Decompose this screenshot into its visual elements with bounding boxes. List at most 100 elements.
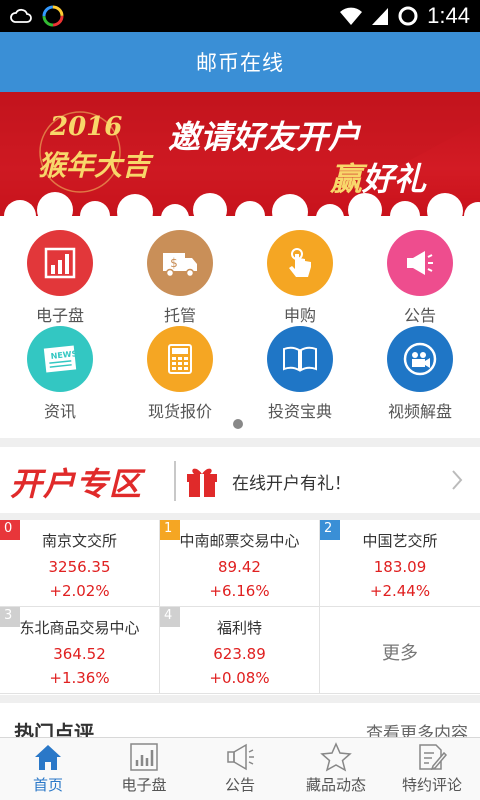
wifi-icon: [340, 7, 363, 25]
page-indicator-dot[interactable]: [233, 419, 243, 429]
banner-fortune: 猴年大吉: [38, 149, 151, 182]
exchange-change: +6.16%: [209, 582, 270, 600]
banner-year: 2016: [50, 112, 123, 142]
rank-badge: 0: [0, 520, 20, 540]
rank-badge: 3: [0, 607, 20, 627]
divider: [174, 461, 176, 501]
status-bar: 1:44: [0, 0, 480, 32]
banner-headline: 邀请好友开户: [168, 118, 361, 156]
hot-reviews-more-link[interactable]: 查看更多内容: [366, 719, 468, 737]
banner-subheadline: 赢好礼: [330, 154, 426, 200]
exchange-price: 623.89: [213, 645, 266, 663]
shortcut-label: 托管: [163, 306, 196, 325]
rank-number: 1: [164, 521, 173, 536]
rank-badge: 4: [160, 607, 180, 627]
home-icon: [35, 745, 61, 770]
app-header: 邮币在线: [0, 32, 480, 92]
video-camera-icon: [387, 326, 453, 392]
shortcut-label: 资讯: [43, 402, 76, 421]
exchange-price: 89.42: [218, 558, 261, 576]
banner-subheadline-rest: 好礼: [362, 160, 427, 198]
exchange-quotes-grid: 0 南京文交所 3256.35 +2.02% 1 中南邮票交易中心 89.42 …: [0, 520, 480, 695]
shortcut-electronic-board[interactable]: 电子盘: [0, 230, 120, 330]
megaphone-icon: [387, 230, 453, 296]
tab-label: 首页: [32, 776, 63, 794]
cloud-icon: [10, 8, 32, 23]
exchange-card[interactable]: 2 中国艺交所 183.09 +2.44%: [320, 520, 480, 607]
exchange-price: 364.52: [53, 645, 106, 663]
open-account-banner[interactable]: 开户专区 在线开户有礼！: [0, 447, 480, 513]
shortcut-news[interactable]: NEWS 资讯: [0, 326, 120, 426]
truck-icon: $: [147, 230, 213, 296]
exchange-card[interactable]: 0 南京文交所 3256.35 +2.02%: [0, 520, 160, 607]
tab-label: 公告: [224, 776, 255, 794]
exchange-card[interactable]: 3 东北商品交易中心 364.52 +1.36%: [0, 607, 160, 694]
megaphone-icon: [227, 743, 254, 771]
tap-hand-icon: [267, 230, 333, 296]
bottom-tab-bar: 首页 电子盘 公告 藏品动态 特约评论: [0, 737, 480, 800]
shortcut-subscribe[interactable]: 申购: [240, 230, 360, 330]
shortcut-label: 现货报价: [147, 402, 212, 421]
shortcut-label: 公告: [403, 306, 436, 325]
app-logo-icon: [42, 5, 64, 27]
exchange-change: +2.44%: [369, 582, 431, 600]
exchange-price: 3256.35: [48, 558, 111, 576]
rank-number: 0: [4, 521, 13, 536]
exchange-change: +0.08%: [209, 669, 270, 687]
loading-ring-icon: [398, 6, 418, 26]
star-icon: [320, 742, 352, 772]
section-divider: [0, 695, 480, 703]
section-divider: [0, 438, 480, 447]
shortcut-label: 电子盘: [35, 306, 84, 325]
shortcut-label: 申购: [283, 306, 316, 325]
tab-home[interactable]: 首页: [0, 738, 96, 800]
section-divider: [0, 513, 480, 520]
book-icon: [267, 326, 333, 392]
exchange-name: 南京文交所: [41, 532, 117, 550]
tab-label: 藏品动态: [305, 776, 366, 794]
newspaper-icon: NEWS: [27, 326, 93, 392]
exchange-name: 福利特: [216, 619, 262, 637]
shortcut-spot-quotes[interactable]: 现货报价: [120, 326, 240, 426]
rank-number: 4: [164, 608, 173, 623]
exchange-name: 东北商品交易中心: [19, 619, 140, 637]
tab-notices[interactable]: 公告: [192, 738, 288, 800]
rank-number: 2: [324, 521, 333, 536]
tab-electronic-board[interactable]: 电子盘: [96, 738, 192, 800]
exchange-change: +1.36%: [49, 669, 110, 687]
shortcut-grid: 电子盘 $ 托管 申购 公告 NEWS 资讯 现货报价 投资宝典 视频解盘: [0, 220, 480, 438]
shortcut-video-analysis[interactable]: 视频解盘: [360, 326, 480, 426]
bar-chart-icon: [27, 230, 93, 296]
shortcut-investment-guide[interactable]: 投资宝典: [240, 326, 360, 426]
tab-label: 电子盘: [121, 776, 167, 794]
banner-accent: 赢: [330, 160, 363, 198]
promo-banner[interactable]: 2016 猴年大吉 邀请好友开户 赢好礼: [0, 92, 480, 220]
clock: 1:44: [427, 3, 470, 28]
exchange-card[interactable]: 4 福利特 623.89 +0.08%: [160, 607, 320, 694]
shortcut-label: 投资宝典: [267, 402, 332, 421]
open-account-logo: 开户专区: [10, 465, 143, 503]
shortcut-label: 视频解盘: [387, 402, 452, 421]
exchange-change: +2.02%: [49, 582, 110, 600]
svg-text:$: $: [170, 256, 178, 270]
shortcut-custody[interactable]: $ 托管: [120, 230, 240, 330]
chevron-right-icon: [452, 470, 463, 490]
bar-chart-icon: [130, 743, 158, 771]
hot-reviews-header: 热门点评 查看更多内容: [0, 703, 480, 737]
edit-icon: [419, 744, 448, 771]
signal-icon: [372, 8, 389, 25]
more-exchanges-button[interactable]: 更多: [320, 607, 480, 694]
exchange-card[interactable]: 1 中南邮票交易中心 89.42 +6.16%: [160, 520, 320, 607]
calculator-icon: [147, 326, 213, 392]
gift-icon: [187, 468, 217, 497]
shortcut-notice[interactable]: 公告: [360, 230, 480, 330]
rank-badge: 1: [160, 520, 180, 540]
rank-badge: 2: [320, 520, 340, 540]
tab-label: 特约评论: [401, 776, 462, 794]
page-title: 邮币在线: [196, 51, 284, 75]
exchange-name: 中南邮票交易中心: [179, 532, 300, 550]
tab-collection-news[interactable]: 藏品动态: [288, 738, 384, 800]
tab-special-commentary[interactable]: 特约评论: [384, 738, 480, 800]
exchange-name: 中国艺交所: [362, 532, 438, 550]
hot-reviews-title: 热门点评: [14, 721, 94, 737]
